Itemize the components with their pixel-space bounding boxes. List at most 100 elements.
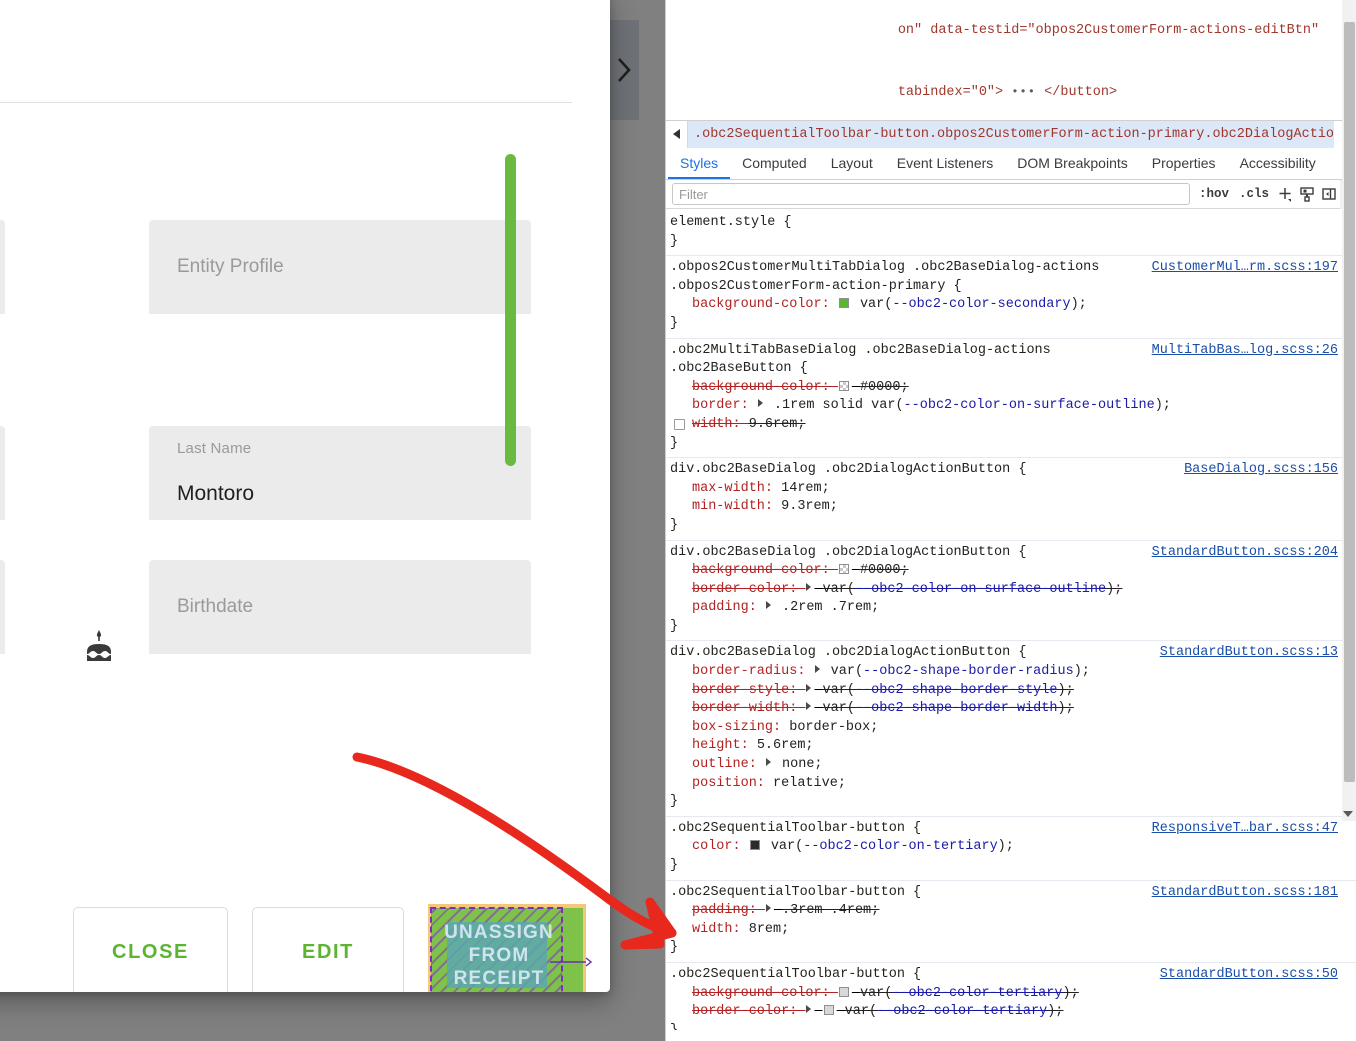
css-property-value[interactable]: 9.3rem; xyxy=(781,499,838,514)
css-property-name[interactable]: background-color: xyxy=(692,297,838,312)
rule-source-link[interactable]: StandardButton.scss:13 xyxy=(1160,644,1356,663)
tab-layout[interactable]: Layout xyxy=(819,148,885,179)
rule-selector[interactable]: div.obc2BaseDialog .obc2DialogActionButt… xyxy=(670,644,1160,663)
css-property-name[interactable]: padding: xyxy=(692,903,765,918)
css-property-value[interactable]: 9.6rem; xyxy=(749,417,806,432)
css-property-name[interactable]: border-width: xyxy=(692,701,805,716)
css-property-name[interactable]: min-width: xyxy=(692,499,781,514)
dom-line[interactable]: on" data-testid="obpos2CustomerForm-acti… xyxy=(666,0,1356,62)
edit-button[interactable]: EDIT xyxy=(252,907,404,992)
css-variable-name[interactable]: --obc2-shape-border-radius xyxy=(863,664,1074,679)
entity-profile-field[interactable]: Entity Profile xyxy=(149,220,531,314)
rule-source-link[interactable]: StandardButton.scss:181 xyxy=(1152,884,1356,903)
tab-properties[interactable]: Properties xyxy=(1140,148,1228,179)
drawer-expand-handle[interactable] xyxy=(609,20,639,120)
css-declaration[interactable]: padding: .3rem .4rem; xyxy=(670,902,1356,921)
expand-shorthand-icon[interactable] xyxy=(758,399,763,407)
css-property-value[interactable]: var(--obc2-color-on-surface-outline); xyxy=(823,582,1123,597)
css-property-value[interactable]: var(--obc2-color-on-tertiary); xyxy=(771,839,1014,854)
css-property-value[interactable]: #0000; xyxy=(860,380,909,395)
css-variable-name[interactable]: --obc2-color-on-surface-outline xyxy=(904,398,1155,413)
rule-source-link[interactable]: CustomerMul…rm.scss:197 xyxy=(1152,259,1356,296)
css-property-name[interactable]: outline: xyxy=(692,757,765,772)
css-property-name[interactable]: border-radius: xyxy=(692,664,814,679)
expand-shorthand-icon[interactable] xyxy=(806,1005,811,1013)
rule-selector[interactable]: div.obc2BaseDialog .obc2DialogActionButt… xyxy=(670,544,1152,563)
clipped-field-1[interactable] xyxy=(0,220,5,314)
css-declaration[interactable]: width: 9.6rem; xyxy=(670,416,1356,435)
expand-shorthand-icon[interactable] xyxy=(815,665,820,673)
css-declaration[interactable]: border-color: var(--obc2-color-tertiary)… xyxy=(670,1003,1356,1022)
paintbrush-icon[interactable] xyxy=(1296,183,1318,205)
css-property-name[interactable]: background-color: xyxy=(692,380,838,395)
style-rule[interactable]: div.obc2BaseDialog .obc2DialogActionButt… xyxy=(666,458,1356,540)
color-swatch[interactable] xyxy=(839,564,849,574)
tab-computed[interactable]: Computed xyxy=(730,148,819,179)
css-declaration[interactable]: background-color: #0000; xyxy=(670,562,1356,581)
css-property-value[interactable]: .2rem .7rem; xyxy=(782,600,879,615)
css-property-value[interactable]: 8rem; xyxy=(749,922,790,937)
birthdate-field[interactable]: Birthdate xyxy=(149,560,531,654)
css-declaration[interactable]: width: 8rem; xyxy=(670,921,1356,940)
rule-selector[interactable]: .obc2SequentialToolbar-button { xyxy=(670,884,1152,903)
unassign-from-receipt-button[interactable]: UNASSIGN FROM RECEIPT xyxy=(428,904,586,992)
css-property-name[interactable]: max-width: xyxy=(692,481,781,496)
style-rule[interactable]: div.obc2BaseDialog .obc2DialogActionButt… xyxy=(666,541,1356,642)
css-variable-name[interactable]: --obc2-shape-border-style xyxy=(855,683,1058,698)
css-property-name[interactable]: box-sizing: xyxy=(692,720,789,735)
css-property-name[interactable]: padding: xyxy=(692,600,765,615)
css-declaration[interactable]: border-style: var(--obc2-shape-border-st… xyxy=(670,682,1356,701)
style-rule[interactable]: div.obc2BaseDialog .obc2DialogActionButt… xyxy=(666,641,1356,816)
css-variable-name[interactable]: --obc2-color-tertiary xyxy=(877,1004,1047,1019)
css-declaration[interactable]: outline: none; xyxy=(670,756,1356,775)
css-declaration[interactable]: padding: .2rem .7rem; xyxy=(670,599,1356,618)
css-property-value[interactable]: var(--obc2-color-tertiary); xyxy=(845,1004,1064,1019)
color-swatch[interactable] xyxy=(824,1005,834,1015)
css-property-name[interactable]: color: xyxy=(692,839,749,854)
css-declaration[interactable]: max-width: 14rem; xyxy=(670,480,1356,499)
expand-shorthand-icon[interactable] xyxy=(766,904,771,912)
color-swatch[interactable] xyxy=(839,987,849,997)
last-name-field[interactable]: Last Name Montoro xyxy=(149,426,531,520)
css-property-value[interactable]: #0000; xyxy=(860,563,909,578)
expand-shorthand-icon[interactable] xyxy=(766,758,771,766)
element-classes-button[interactable]: .cls xyxy=(1234,187,1274,201)
close-button[interactable]: CLOSE xyxy=(73,907,228,992)
css-property-name[interactable]: height: xyxy=(692,738,757,753)
css-property-name[interactable]: width: xyxy=(692,417,749,432)
css-property-name[interactable]: border: xyxy=(692,398,757,413)
rule-selector[interactable]: div.obc2BaseDialog .obc2DialogActionButt… xyxy=(670,461,1184,480)
expand-shorthand-icon[interactable] xyxy=(806,702,811,710)
css-property-value[interactable]: var(--obc2-shape-border-width); xyxy=(823,701,1074,716)
style-rule[interactable]: .obc2SequentialToolbar-button {StandardB… xyxy=(666,881,1356,963)
color-swatch[interactable] xyxy=(839,298,849,308)
declaration-enable-checkbox[interactable] xyxy=(674,419,685,430)
collapsed-content-badge[interactable]: ••• xyxy=(1003,82,1044,103)
style-rule[interactable]: .obc2SequentialToolbar-button {StandardB… xyxy=(666,963,1356,1030)
rule-selector[interactable]: .obc2SequentialToolbar-button { xyxy=(670,966,1160,985)
css-declaration[interactable]: border-color: var(--obc2-color-on-surfac… xyxy=(670,581,1356,600)
css-declaration[interactable]: color: var(--obc2-color-on-tertiary); xyxy=(670,838,1356,857)
dialog-scrollbar-thumb[interactable] xyxy=(505,154,516,466)
rule-selector[interactable]: .obc2SequentialToolbar-button { xyxy=(670,820,1152,839)
css-declaration[interactable]: border-width: var(--obc2-shape-border-wi… xyxy=(670,700,1356,719)
css-property-value[interactable]: var(--obc2-shape-border-radius); xyxy=(831,664,1090,679)
css-property-name[interactable]: width: xyxy=(692,922,749,937)
clipped-field-2[interactable] xyxy=(0,426,5,520)
css-property-name[interactable]: background-color: xyxy=(692,986,838,1001)
css-variable-name[interactable]: --obc2-shape-border-width xyxy=(855,701,1058,716)
dom-line[interactable]: tabindex="0"> ••• </button> xyxy=(666,62,1356,121)
rule-source-link[interactable]: StandardButton.scss:50 xyxy=(1160,966,1356,985)
css-declaration[interactable]: background-color: var(--obc2-color-terti… xyxy=(670,985,1356,1004)
css-variable-name[interactable]: --obc2-color-tertiary xyxy=(892,986,1062,1001)
css-property-name[interactable]: position: xyxy=(692,776,773,791)
css-declaration[interactable]: background-color: #0000; xyxy=(670,379,1356,398)
rule-selector[interactable]: .obpos2CustomerMultiTabDialog .obc2BaseD… xyxy=(670,259,1152,296)
css-variable-name[interactable]: --obc2-color-secondary xyxy=(892,297,1070,312)
css-declaration[interactable]: background-color: var(--obc2-color-secon… xyxy=(670,296,1356,315)
styles-scrollbar[interactable] xyxy=(1342,0,1356,821)
tab-dom-breakpoints[interactable]: DOM Breakpoints xyxy=(1005,148,1139,179)
css-property-value[interactable]: 14rem; xyxy=(781,481,830,496)
css-property-value[interactable]: relative; xyxy=(773,776,846,791)
css-property-value[interactable]: border-box; xyxy=(789,720,878,735)
